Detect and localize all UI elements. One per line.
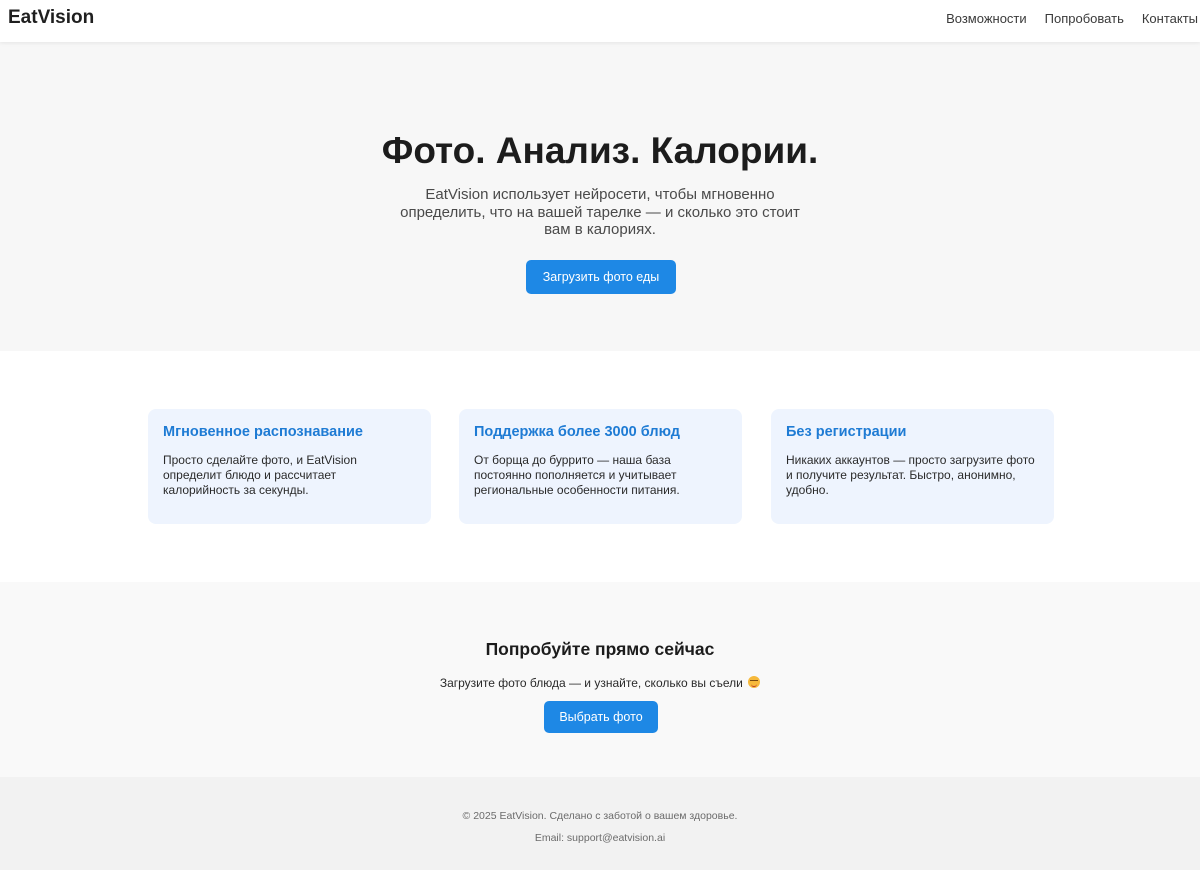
feature-title: Поддержка более 3000 блюд [474,424,680,440]
grinning-face-emoji-icon [748,676,761,688]
try-text-line: Загрузите фото блюда — и узнайте, скольк… [0,675,1200,691]
main-nav: Возможности Попробовать Контакты [946,11,1198,27]
footer-email[interactable]: Email: support@eatvision.ai [0,831,1200,845]
feature-title: Мгновенное распознавание [163,424,363,440]
nav-link-contacts[interactable]: Контакты [1142,11,1198,27]
site-footer: © 2025 EatVision. Сделано с заботой о ва… [0,777,1200,870]
feature-text: Никаких аккаунтов — просто загрузите фот… [786,453,1035,497]
feature-title: Без регистрации [786,424,907,440]
feature-card-dishes: Поддержка более 3000 блюд От борща до бу… [459,409,742,524]
hero-subtitle: EatVision использует нейросети, чтобы мг… [400,186,800,238]
feature-card-recognition: Мгновенное распознавание Просто сделайте… [148,409,431,524]
feature-text: Просто сделайте фото, и EatVision опреде… [163,453,357,497]
upload-photo-button[interactable]: Загрузить фото еды [526,260,676,294]
feature-text: От борща до буррито — наша база постоянн… [474,453,680,497]
hero-title: Фото. Анализ. Калории. [381,130,819,171]
hero-section: Фото. Анализ. Калории. EatVision использ… [0,42,1200,351]
try-text: Загрузите фото блюда — и узнайте, скольк… [439,676,743,690]
choose-photo-button[interactable]: Выбрать фото [544,701,658,733]
try-title: Попробуйте прямо сейчас [485,639,715,659]
logo[interactable]: EatVision [8,7,94,29]
features-section: Мгновенное распознавание Просто сделайте… [0,351,1200,582]
footer-copyright: © 2025 EatVision. Сделано с заботой о ва… [462,810,738,822]
nav-link-features[interactable]: Возможности [946,11,1027,27]
try-section: Попробуйте прямо сейчас Загрузите фото б… [0,582,1200,777]
site-header: EatVision Возможности Попробовать Контак… [0,0,1200,42]
nav-link-try[interactable]: Попробовать [1045,11,1124,27]
feature-card-no-registration: Без регистрации Никаких аккаунтов — прос… [771,409,1054,524]
